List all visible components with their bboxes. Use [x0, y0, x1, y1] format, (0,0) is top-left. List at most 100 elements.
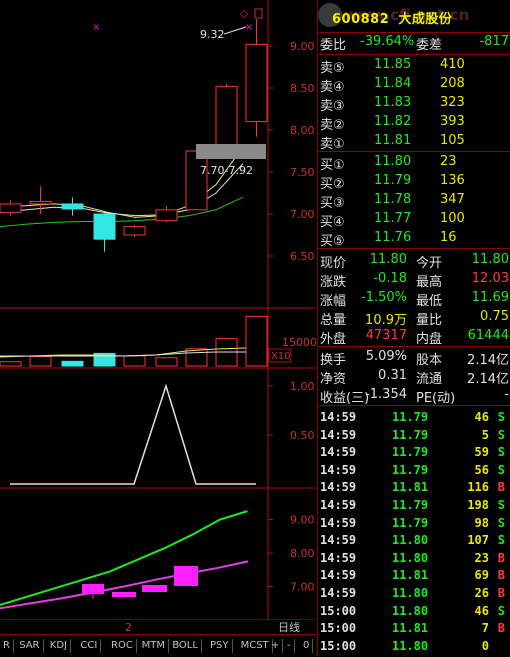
- tab-mtm[interactable]: MTM: [139, 639, 169, 653]
- order-book-row[interactable]: 卖① 11.81 105: [318, 132, 510, 152]
- tick-row[interactable]: 14:59 11.79 198 S: [318, 497, 510, 515]
- tick-row[interactable]: 15:00 11.80 0: [318, 638, 510, 656]
- order-book-row[interactable]: 买③ 11.78 347: [318, 191, 510, 211]
- tick-time: 14:59: [320, 550, 357, 565]
- book-volume: 100: [440, 211, 465, 226]
- trend-line-green: [0, 510, 248, 606]
- marker-icon: ×: [245, 22, 253, 33]
- tick-row[interactable]: 14:59 11.79 46 S: [318, 409, 510, 427]
- tick-price: 11.79: [392, 462, 429, 477]
- candlestick-chart[interactable]: 2 日线 9.00 8.50 8.00 7.50 7.00 6.50 7.70-7.92 9.32…: [0, 0, 316, 634]
- tick-time: 15:00: [320, 638, 357, 653]
- tick-side: S: [497, 445, 505, 460]
- candle-body[interactable]: [93, 213, 116, 240]
- tick-time: 14:59: [320, 445, 357, 460]
- volume-bar: [61, 360, 84, 367]
- fundamental-stats: 换手 5.09% 股本 2.14亿 净资 0.31 流通 2.14亿 收益(三) -1.354 PE…: [318, 347, 510, 406]
- tab-control-zero[interactable]: 0: [300, 639, 314, 653]
- candle-body[interactable]: [215, 85, 238, 149]
- tab-sar[interactable]: SAR: [16, 639, 44, 653]
- tick-row[interactable]: 14:59 11.79 98 S: [318, 515, 510, 533]
- tick-volume: 56: [474, 462, 489, 477]
- volume-axis-label: 15000: [282, 336, 316, 349]
- tab-cci[interactable]: CCI: [77, 639, 102, 653]
- tab-control-plus[interactable]: +: [268, 639, 284, 653]
- volume-bar: [245, 315, 268, 367]
- fundamental-row: 净资 0.31 流通 2.14亿: [318, 367, 510, 387]
- tick-row[interactable]: 14:59 11.80 23 B: [318, 550, 510, 568]
- tick-row[interactable]: 14:59 11.81 69 B: [318, 567, 510, 585]
- candle-body[interactable]: [155, 209, 178, 222]
- candle-body[interactable]: [61, 203, 84, 210]
- book-volume: 136: [440, 173, 465, 188]
- tab-roc[interactable]: ROC: [108, 639, 137, 653]
- candle-body[interactable]: [123, 226, 146, 236]
- stat-label: 外盘: [320, 332, 347, 347]
- candle-body[interactable]: [245, 43, 268, 123]
- tick-price: 11.81: [392, 568, 429, 583]
- tick-time: 14:59: [320, 515, 357, 530]
- chart-area[interactable]: 2 日线 9.00 8.50 8.00 7.50 7.00 6.50 7.70-7.92 9.32…: [0, 0, 316, 634]
- tick-row[interactable]: 14:59 11.79 5 S: [318, 427, 510, 445]
- tick-price: 11.80: [392, 603, 429, 618]
- peak-pointer: [223, 26, 247, 35]
- tick-volume: 23: [474, 550, 489, 565]
- fundamental-value: -1.354: [365, 387, 407, 402]
- book-level-label: 卖④: [320, 80, 345, 95]
- order-book-row[interactable]: 卖④ 11.84 208: [318, 75, 510, 95]
- tab-r[interactable]: R: [0, 639, 14, 653]
- tick-row[interactable]: 15:00 11.81 7 B: [318, 620, 510, 638]
- square-icon[interactable]: [254, 8, 263, 19]
- tick-row[interactable]: 15:00 11.80 46 S: [318, 603, 510, 621]
- tick-volume: 0: [481, 638, 489, 653]
- tab-boll[interactable]: BOLL: [169, 639, 202, 653]
- fundamental-value: 0.31: [378, 368, 407, 383]
- tab-psy[interactable]: PSY: [207, 639, 233, 653]
- tick-row[interactable]: 14:59 11.81 116 B: [318, 479, 510, 497]
- book-price: 11.77: [374, 211, 412, 226]
- tick-volume: 46: [474, 603, 489, 618]
- tick-volume: 59: [474, 445, 489, 460]
- tick-row[interactable]: 14:59 11.79 56 S: [318, 462, 510, 480]
- order-book-row[interactable]: 买⑤ 11.76 16: [318, 229, 510, 249]
- stat-value: 11.80: [471, 252, 509, 267]
- tick-volume: 107: [467, 533, 489, 548]
- book-level-label: 买⑤: [320, 234, 345, 249]
- tab-control-minus[interactable]: -: [284, 639, 295, 653]
- tab-kdj[interactable]: KDJ: [47, 639, 72, 653]
- tick-time: 14:59: [320, 410, 357, 424]
- weicha-label: 委差: [416, 38, 443, 53]
- trend-line-magenta: [0, 560, 249, 610]
- stat-label: 涨跌: [320, 275, 347, 290]
- stock-header: www.cfi.net.cn 600882 大成股份: [318, 0, 510, 33]
- tick-row[interactable]: 14:59 11.80 107 S: [318, 532, 510, 550]
- stat-value: 11.80: [369, 252, 407, 267]
- tick-row[interactable]: 14:59 11.80 26 B: [318, 585, 510, 603]
- fundamental-value: 2.14亿: [467, 353, 509, 368]
- stock-title: 600882 大成股份: [332, 8, 452, 27]
- indicator-line: [10, 383, 256, 485]
- stat-label: 总量: [320, 313, 347, 328]
- stat-value: 10.9万: [365, 313, 407, 328]
- order-book-row[interactable]: 买④ 11.77 100: [318, 210, 510, 230]
- fundamental-label: 换手: [320, 353, 347, 368]
- tick-row[interactable]: 14:59 11.79 59 S: [318, 444, 510, 462]
- order-book-row[interactable]: 买① 11.80 23: [318, 153, 510, 173]
- order-book-row[interactable]: 卖② 11.82 393: [318, 113, 510, 133]
- tick-time: 14:59: [320, 480, 357, 495]
- candle-body[interactable]: [0, 203, 22, 213]
- book-level-label: 卖③: [320, 99, 345, 114]
- book-volume: 16: [440, 230, 457, 245]
- price-stats: 现价 11.80 今开 11.80 涨跌 -0.18 最高 12.03 涨幅 -1.50% 最低 11…: [318, 249, 510, 347]
- fundamental-value: 5.09%: [365, 349, 407, 364]
- stock-name: 大成股份: [398, 12, 453, 27]
- candle-body[interactable]: [29, 200, 52, 205]
- book-price: 11.83: [374, 95, 412, 110]
- tick-list[interactable]: 14:59 11.79 46 S 14:59 11.79 5 S 14:59 11.79 59 S 14…: [318, 406, 510, 655]
- order-book-row[interactable]: 卖⑤ 11.85 410: [318, 56, 510, 76]
- diamond-icon[interactable]: ◇: [240, 7, 249, 20]
- tick-price: 11.79: [392, 497, 429, 512]
- order-book-row[interactable]: 卖③ 11.83 323: [318, 94, 510, 114]
- order-book-row[interactable]: 买② 11.79 136: [318, 172, 510, 192]
- candle-body[interactable]: [185, 150, 208, 211]
